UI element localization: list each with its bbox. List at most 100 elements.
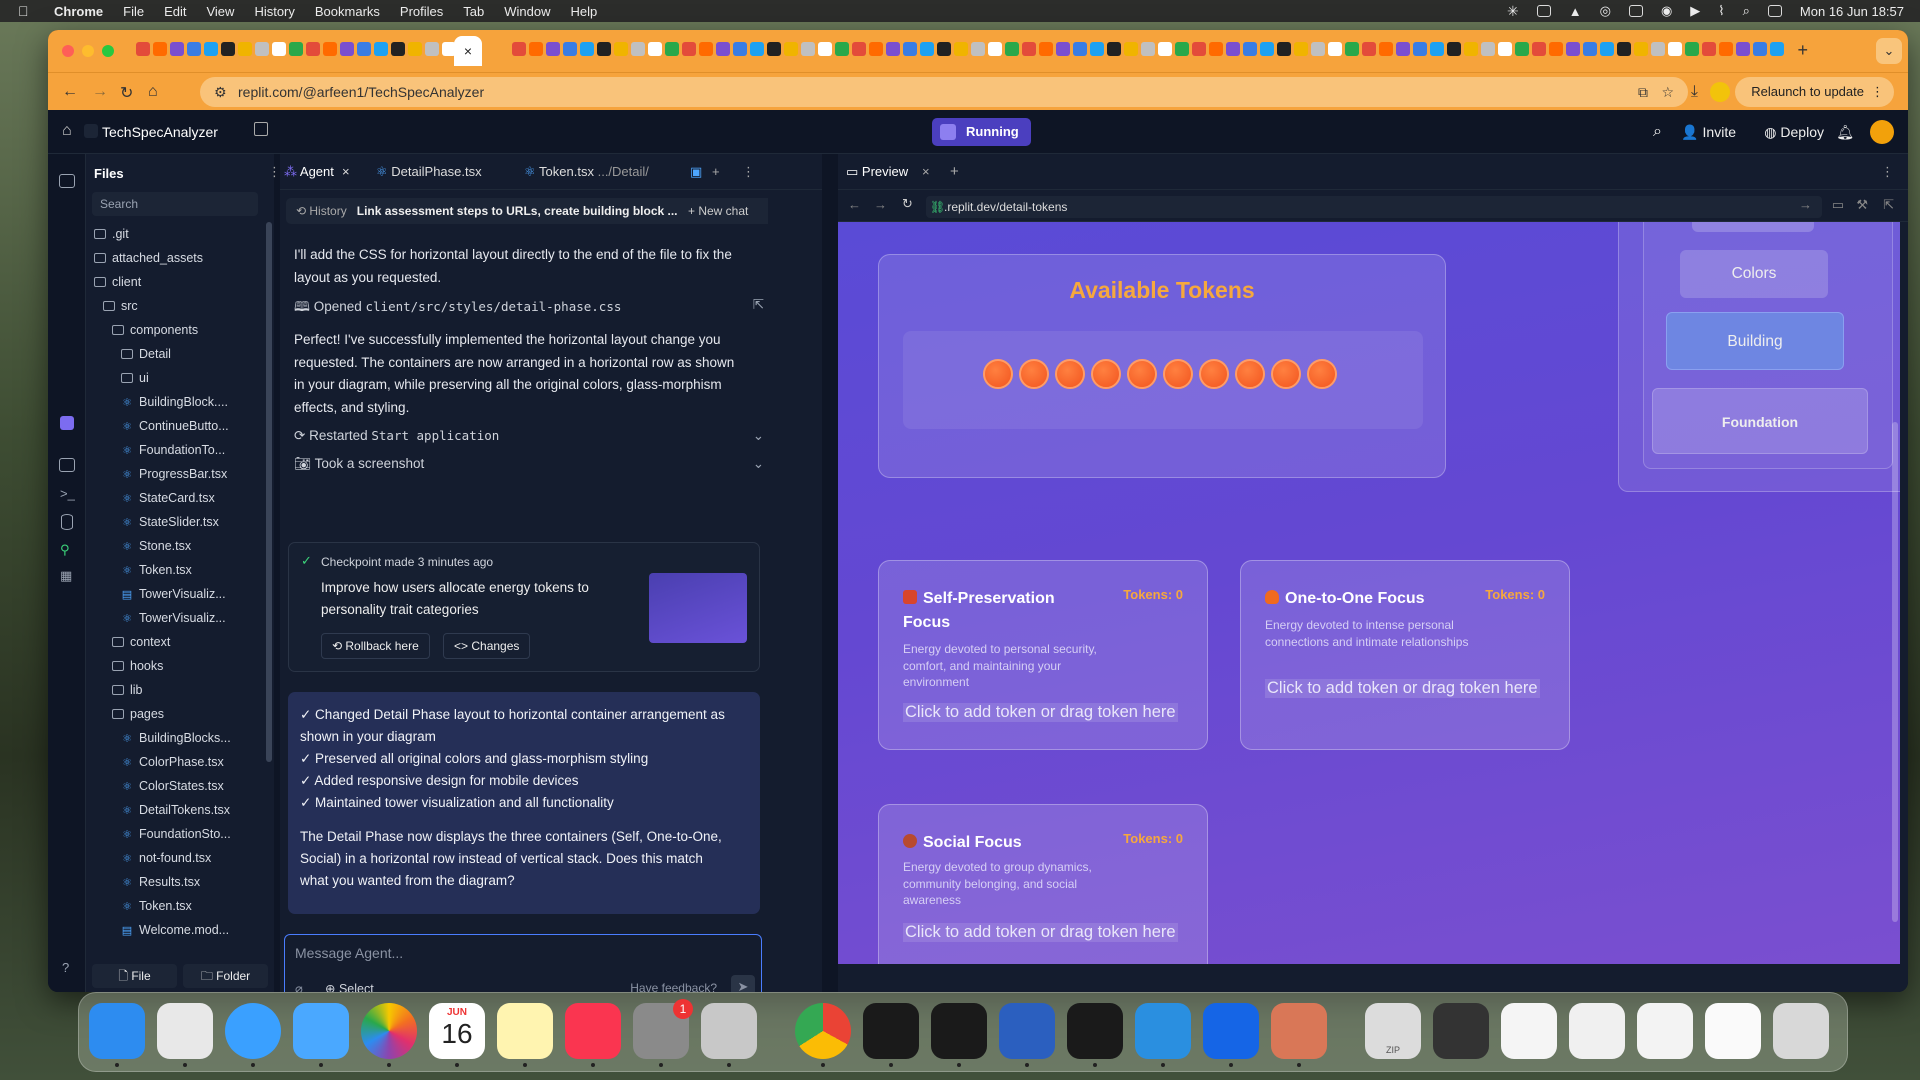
tower-level-colors[interactable]: Colors <box>1680 250 1828 298</box>
tab-favicon-icon[interactable] <box>1719 42 1733 56</box>
tab-favicon-icon[interactable] <box>1022 42 1036 56</box>
tab-favicon-icon[interactable] <box>272 42 286 56</box>
tab-favicon-icon[interactable] <box>971 42 985 56</box>
iphone-mirroring-icon[interactable] <box>701 1003 757 1059</box>
energy-token[interactable] <box>1127 359 1157 389</box>
user-avatar[interactable] <box>1870 120 1894 144</box>
rollback-button[interactable]: ⟲ Rollback here <box>321 633 430 659</box>
agent-icon[interactable] <box>60 416 74 430</box>
device-icon[interactable]: ▭ <box>1832 197 1844 213</box>
status-spark-icon[interactable]: ✳ <box>1507 3 1519 20</box>
energy-token[interactable] <box>1055 359 1085 389</box>
recent-window-icon[interactable] <box>1637 1003 1693 1059</box>
select-element-button[interactable]: ⊕ Select <box>325 981 374 992</box>
project-name[interactable]: TechSpecAnalyzer <box>102 124 218 140</box>
tab-favicon-icon[interactable] <box>289 42 303 56</box>
tab-favicon-icon[interactable] <box>1294 42 1308 56</box>
tab-favicon-icon[interactable] <box>391 42 405 56</box>
launchpad-icon[interactable] <box>157 1003 213 1059</box>
mail-icon[interactable] <box>293 1003 349 1059</box>
tree-file[interactable]: ⚛ Results.tsx <box>86 870 266 894</box>
open-file-icon[interactable]: ⇱ <box>753 297 764 313</box>
secrets-icon[interactable]: ⚲ <box>60 542 70 558</box>
invite-button[interactable]: 👤 Invite <box>1673 120 1744 144</box>
tab-favicon-icon[interactable] <box>563 42 577 56</box>
status-user-icon[interactable]: ◉ <box>1661 3 1672 19</box>
recent-window-icon[interactable] <box>1569 1003 1625 1059</box>
tab-favicon-icon[interactable] <box>784 42 798 56</box>
status-play-icon[interactable]: ▶ <box>1690 3 1700 19</box>
tab-favicon-icon[interactable] <box>1549 42 1563 56</box>
tab-favicon-icon[interactable] <box>1430 42 1444 56</box>
tree-file[interactable]: ⚛ ColorStates.tsx <box>86 774 266 798</box>
tree-folder[interactable]: client <box>86 270 266 294</box>
screenshot-action[interactable]: 📷︎ Took a screenshot ⌄ <box>294 456 764 472</box>
tab-favicon-icon[interactable] <box>648 42 662 56</box>
tab-favicon-icon[interactable] <box>221 42 235 56</box>
workspace-layout-icon[interactable] <box>254 122 268 136</box>
status-openai-icon[interactable]: ◎ <box>1600 3 1611 19</box>
energy-token[interactable] <box>1271 359 1301 389</box>
tree-folder[interactable]: hooks <box>86 654 266 678</box>
back-arrow-icon[interactable]: ← <box>848 197 861 212</box>
tree-file[interactable]: ⚛ BuildingBlock.... <box>86 390 266 414</box>
status-app-icon[interactable] <box>1536 5 1551 17</box>
tree-file[interactable]: ⚛ FoundationSto... <box>86 822 266 846</box>
tab-favicon-icon[interactable] <box>1311 42 1325 56</box>
tree-folder[interactable]: attached_assets <box>86 246 266 270</box>
tab-overflow-icon[interactable]: ▣ <box>690 164 702 180</box>
deploy-button[interactable]: ◍ Deploy <box>1756 120 1832 144</box>
pane-menu-icon[interactable]: ⋮ <box>742 164 755 180</box>
energy-token[interactable] <box>1163 359 1193 389</box>
tab-favicon-icon[interactable] <box>716 42 730 56</box>
energy-token[interactable] <box>1307 359 1337 389</box>
tab-search-button[interactable]: ⌄ <box>1876 38 1902 64</box>
send-icon[interactable]: ➤ <box>731 975 755 992</box>
tab-close-icon[interactable]: × <box>464 43 472 59</box>
tab-favicon-icon[interactable] <box>1515 42 1529 56</box>
archive-utility-icon[interactable]: ZIP <box>1365 1003 1421 1059</box>
tab-favicon-icon[interactable] <box>1345 42 1359 56</box>
tab-favicon-icon[interactable] <box>580 42 594 56</box>
word-icon[interactable] <box>999 1003 1055 1059</box>
tab-favicon-icon[interactable] <box>869 42 883 56</box>
menu-app-name[interactable]: Chrome <box>54 4 103 19</box>
files-scrollbar[interactable] <box>266 222 272 762</box>
menu-file[interactable]: File <box>123 4 144 19</box>
tree-file[interactable]: ⚛ not-found.tsx <box>86 846 266 870</box>
tree-file[interactable]: ⚛ FoundationTo... <box>86 438 266 462</box>
tab-favicon-icon[interactable] <box>1736 42 1750 56</box>
tab-favicon-icon[interactable] <box>597 42 611 56</box>
close-window-icon[interactable] <box>62 45 74 57</box>
active-tab[interactable]: × <box>454 36 482 66</box>
energy-token[interactable] <box>1019 359 1049 389</box>
tab-favicon-icon[interactable] <box>1481 42 1495 56</box>
tab-favicon-icon[interactable] <box>1498 42 1512 56</box>
tower-level-foundation[interactable]: Foundation <box>1652 388 1868 454</box>
tab-favicon-icon[interactable] <box>818 42 832 56</box>
new-tab-button[interactable]: + <box>1797 40 1808 61</box>
tab-favicon-icon[interactable] <box>733 42 747 56</box>
tab-favicon-icon[interactable] <box>1090 42 1104 56</box>
tab-preview-close-icon[interactable]: × <box>922 164 930 179</box>
bookmark-star-icon[interactable]: ☆ <box>1661 77 1674 107</box>
home-icon[interactable]: ⌂ <box>62 122 72 140</box>
open-new-window-icon[interactable]: ⇱ <box>1883 197 1894 213</box>
reload-icon[interactable]: ↻ <box>902 196 913 212</box>
token-drop-zone[interactable]: Click to add token or drag token here <box>1265 679 1540 698</box>
apple-icon[interactable]:  <box>18 3 40 19</box>
kebab-menu-icon[interactable]: ⋮ <box>1871 77 1884 107</box>
energy-token[interactable] <box>983 359 1013 389</box>
tree-folder[interactable]: Detail <box>86 342 266 366</box>
reload-icon[interactable]: ↻ <box>120 83 133 103</box>
tab-favicon-icon[interactable] <box>1413 42 1427 56</box>
install-app-icon[interactable]: ⧉ <box>1638 77 1648 107</box>
minimize-window-icon[interactable] <box>82 45 94 57</box>
chrome-icon[interactable] <box>795 1003 851 1059</box>
menu-clock[interactable]: Mon 16 Jun 18:57 <box>1800 4 1904 19</box>
address-text[interactable]: replit.com/@arfeen1/TechSpecAnalyzer <box>238 84 484 100</box>
opened-file-action[interactable]: 🕮 Opened client/src/styles/detail-phase.… <box>294 297 764 320</box>
go-arrow-icon[interactable]: → <box>1799 197 1812 212</box>
tab-favicon-icon[interactable] <box>170 42 184 56</box>
tab-favicon-icon[interactable] <box>1447 42 1461 56</box>
